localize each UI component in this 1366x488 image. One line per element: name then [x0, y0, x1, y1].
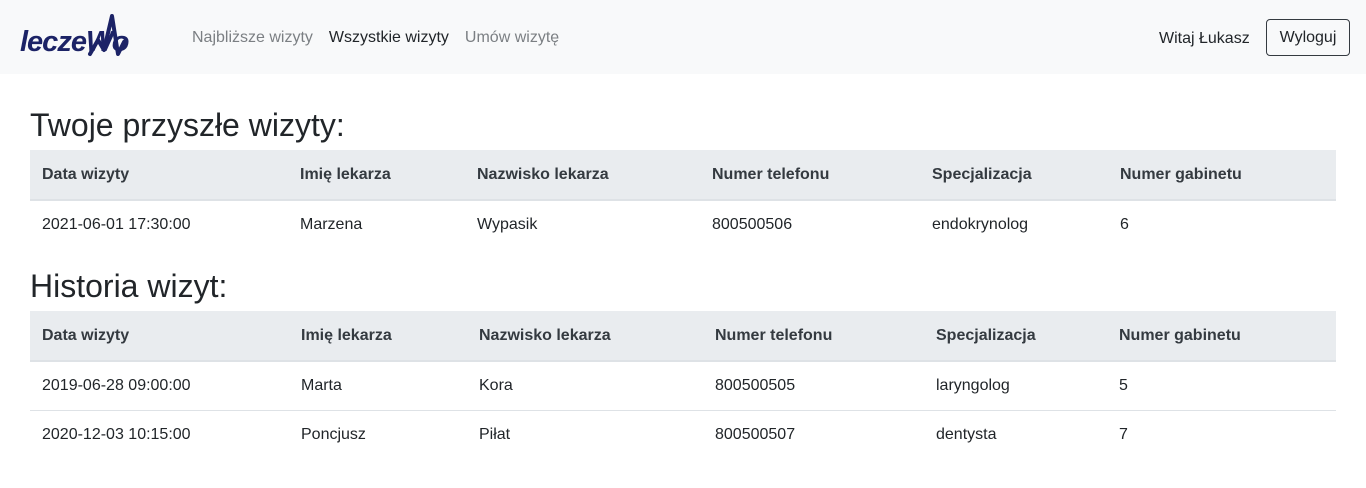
column-header-specialization: Specjalizacja [920, 150, 1108, 201]
table-header-row: Data wizyty Imię lekarza Nazwisko lekarz… [30, 311, 1336, 362]
cell-phone: 800500506 [700, 199, 920, 249]
future-visits-title: Twoje przyszłe wizyty: [30, 107, 345, 143]
nav-link-all-visits[interactable]: Wszystkie wizyty [329, 28, 449, 48]
cell-visit-date: 2019-06-28 09:00:00 [30, 360, 289, 410]
visit-history-title: Historia wizyt: [30, 268, 228, 304]
cell-phone: 800500505 [703, 360, 924, 410]
column-header-doctor-first-name: Imię lekarza [288, 150, 465, 201]
column-header-phone: Numer telefonu [700, 150, 920, 201]
column-header-visit-date: Data wizyty [30, 311, 289, 362]
cell-doctor-last-name: Kora [467, 360, 703, 410]
table-header-row: Data wizyty Imię lekarza Nazwisko lekarz… [30, 150, 1336, 201]
greeting-text: Witaj Łukasz [1159, 30, 1250, 47]
cell-office-number: 6 [1108, 199, 1336, 249]
cell-specialization: endokrynolog [920, 199, 1108, 249]
column-header-office-number: Numer gabinetu [1108, 150, 1336, 201]
cell-specialization: laryngolog [924, 360, 1107, 410]
table-row: 2019-06-28 09:00:00 Marta Kora 800500505… [30, 360, 1336, 410]
column-header-visit-date: Data wizyty [30, 150, 288, 201]
cell-doctor-first-name: Marzena [288, 199, 465, 249]
table-row: 2021-06-01 17:30:00 Marzena Wypasik 8005… [30, 199, 1336, 249]
future-visits-table: Data wizyty Imię lekarza Nazwisko lekarz… [30, 150, 1336, 249]
cell-doctor-first-name: Poncjusz [289, 409, 467, 459]
cell-visit-date: 2020-12-03 10:15:00 [30, 409, 289, 459]
nav-links: Najbliższe wizyty Wszystkie wizyty Umów … [192, 28, 559, 48]
column-header-specialization: Specjalizacja [924, 311, 1107, 362]
column-header-doctor-last-name: Nazwisko lekarza [467, 311, 703, 362]
column-header-office-number: Numer gabinetu [1107, 311, 1336, 362]
column-header-phone: Numer telefonu [703, 311, 924, 362]
cell-doctor-last-name: Wypasik [465, 199, 700, 249]
cell-specialization: dentysta [924, 409, 1107, 459]
visit-history-table: Data wizyty Imię lekarza Nazwisko lekarz… [30, 311, 1336, 459]
cell-doctor-last-name: Piłat [467, 409, 703, 459]
column-header-doctor-first-name: Imię lekarza [289, 311, 467, 362]
nav-link-upcoming-visits[interactable]: Najbliższe wizyty [192, 28, 313, 48]
table-row: 2020-12-03 10:15:00 Poncjusz Piłat 80050… [30, 409, 1336, 459]
nav-link-book-visit[interactable]: Umów wizytę [465, 28, 559, 48]
cell-office-number: 7 [1107, 409, 1336, 459]
cell-doctor-first-name: Marta [289, 360, 467, 410]
logo[interactable]: leczeWo [20, 12, 150, 62]
column-header-doctor-last-name: Nazwisko lekarza [465, 150, 700, 201]
logo-text: leczeWo [20, 26, 130, 58]
logout-button[interactable]: Wyloguj [1266, 19, 1350, 56]
cell-office-number: 5 [1107, 360, 1336, 410]
cell-visit-date: 2021-06-01 17:30:00 [30, 199, 288, 249]
navbar: leczeWo Najbliższe wizyty Wszystkie wizy… [0, 0, 1366, 74]
cell-phone: 800500507 [703, 409, 924, 459]
